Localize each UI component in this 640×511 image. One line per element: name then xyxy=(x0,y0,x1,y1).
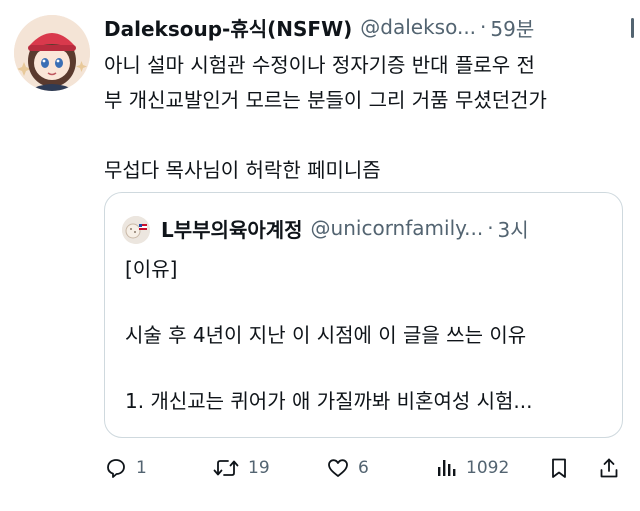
quoted-timestamp[interactable]: 3시 xyxy=(498,214,529,243)
quoted-display-name[interactable]: L부부의육아계정 xyxy=(161,214,303,243)
heart-icon xyxy=(328,459,348,477)
quoted-text-line: 1. 개신교는 퀴어가 애 가질까봐 비혼여성 시험... xyxy=(125,389,533,413)
separator-dot: · xyxy=(480,15,487,39)
quoted-handle[interactable]: @unicornfamily... xyxy=(311,216,484,240)
avatar-image xyxy=(14,15,90,91)
quoted-avatar-image xyxy=(122,216,150,244)
timestamp[interactable]: 59분 xyxy=(490,13,534,42)
separator-dot: · xyxy=(487,216,494,240)
tweet-text-line: 부 개신교발인거 모르는 분들이 그리 거품 무셨던건가 xyxy=(104,88,547,112)
quoted-text-line: 시술 후 4년이 지난 이 시점에 이 글을 쓰는 이유 xyxy=(125,323,527,347)
tweet-header: Daleksoup-휴식(NSFW) @dalekso... · 59분 xyxy=(104,12,624,42)
retweet-icon xyxy=(213,460,239,476)
more-options-button[interactable] xyxy=(628,12,638,42)
more-vertical-icon xyxy=(631,18,634,38)
quoted-header: L부부의육아계정 @unicornfamily... · 3시 xyxy=(161,213,611,243)
action-bar: 1 19 6 1092 xyxy=(104,448,624,488)
like-button[interactable]: 6 xyxy=(326,448,369,488)
view-count: 1092 xyxy=(466,458,510,478)
user-handle[interactable]: @dalekso... xyxy=(360,15,476,39)
reply-count: 1 xyxy=(136,458,147,478)
bookmark-icon xyxy=(552,458,566,478)
share-button[interactable] xyxy=(598,448,620,488)
retweet-button[interactable]: 19 xyxy=(212,448,270,488)
retweet-count: 19 xyxy=(248,458,270,478)
tweet-text-line: 무섭다 목사님이 허락한 페미니즘 xyxy=(104,158,381,182)
reply-button[interactable]: 1 xyxy=(104,448,147,488)
quoted-text-line: [이유] xyxy=(125,257,178,281)
tweet: Daleksoup-휴식(NSFW) @dalekso... · 59분 아니 … xyxy=(0,0,640,511)
display-name[interactable]: Daleksoup-휴식(NSFW) xyxy=(104,13,352,42)
quoted-tweet[interactable]: L부부의육아계정 @unicornfamily... · 3시 [이유] 시술 … xyxy=(104,192,623,438)
reply-icon xyxy=(107,459,125,478)
quoted-avatar[interactable] xyxy=(122,216,150,244)
avatar[interactable] xyxy=(14,15,90,91)
like-count: 6 xyxy=(358,458,369,478)
views-button[interactable]: 1092 xyxy=(436,448,509,488)
quoted-body: [이유] 시술 후 4년이 지난 이 시점에 이 글을 쓰는 이유 1. 개신교… xyxy=(125,251,605,419)
bar-chart-icon xyxy=(438,460,456,476)
bookmark-button[interactable] xyxy=(548,448,570,488)
tweet-body: 아니 설마 시험관 수정이나 정자기증 반대 플로우 전 부 개신교발인거 모르… xyxy=(104,48,634,188)
share-icon xyxy=(600,458,618,478)
tweet-text-line: 아니 설마 시험관 수정이나 정자기증 반대 플로우 전 xyxy=(104,53,535,77)
